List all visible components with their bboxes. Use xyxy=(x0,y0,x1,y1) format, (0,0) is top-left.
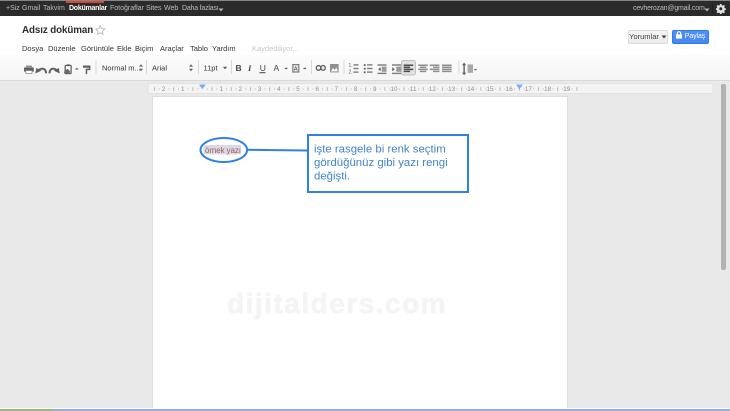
svg-text:17: 17 xyxy=(525,86,533,93)
svg-text:2: 2 xyxy=(162,86,166,93)
svg-text:işte rasgele bi renk seçtim: işte rasgele bi renk seçtim xyxy=(314,144,446,156)
svg-text:16: 16 xyxy=(506,86,514,93)
svg-text:5: 5 xyxy=(296,86,300,93)
svg-text:değişti.: değişti. xyxy=(314,171,350,183)
svg-text:12: 12 xyxy=(429,86,437,93)
svg-text:3: 3 xyxy=(258,86,262,93)
svg-text:gördüğünüz gibi yazı rengi: gördüğünüz gibi yazı rengi xyxy=(314,157,448,169)
svg-text:B: B xyxy=(236,63,242,73)
svg-text:10: 10 xyxy=(390,86,398,93)
svg-text:14: 14 xyxy=(467,86,475,93)
svg-text:11pt: 11pt xyxy=(204,64,219,73)
svg-text:11: 11 xyxy=(410,86,417,93)
svg-text:I: I xyxy=(247,63,252,73)
svg-text:A: A xyxy=(294,66,298,72)
svg-text:A: A xyxy=(274,63,280,73)
svg-text:Arial: Arial xyxy=(152,64,167,73)
svg-text:15: 15 xyxy=(486,86,494,93)
svg-text:örnek yazı: örnek yazı xyxy=(205,146,241,155)
svg-text:1.: 1. xyxy=(349,63,353,69)
svg-text:4: 4 xyxy=(277,86,281,93)
svg-text:2.: 2. xyxy=(349,70,353,76)
svg-text:7: 7 xyxy=(335,86,339,93)
svg-text:8: 8 xyxy=(354,86,358,93)
svg-text:19: 19 xyxy=(563,86,571,93)
svg-text:1: 1 xyxy=(219,86,223,93)
svg-text:13: 13 xyxy=(448,86,456,93)
svg-text:6: 6 xyxy=(315,86,319,93)
svg-text:U: U xyxy=(260,63,266,73)
svg-text:9: 9 xyxy=(373,86,377,93)
svg-text:2: 2 xyxy=(239,86,243,93)
svg-text:18: 18 xyxy=(544,86,552,93)
svg-text:Normal m...: Normal m... xyxy=(102,64,141,73)
svg-text:1: 1 xyxy=(181,86,185,93)
